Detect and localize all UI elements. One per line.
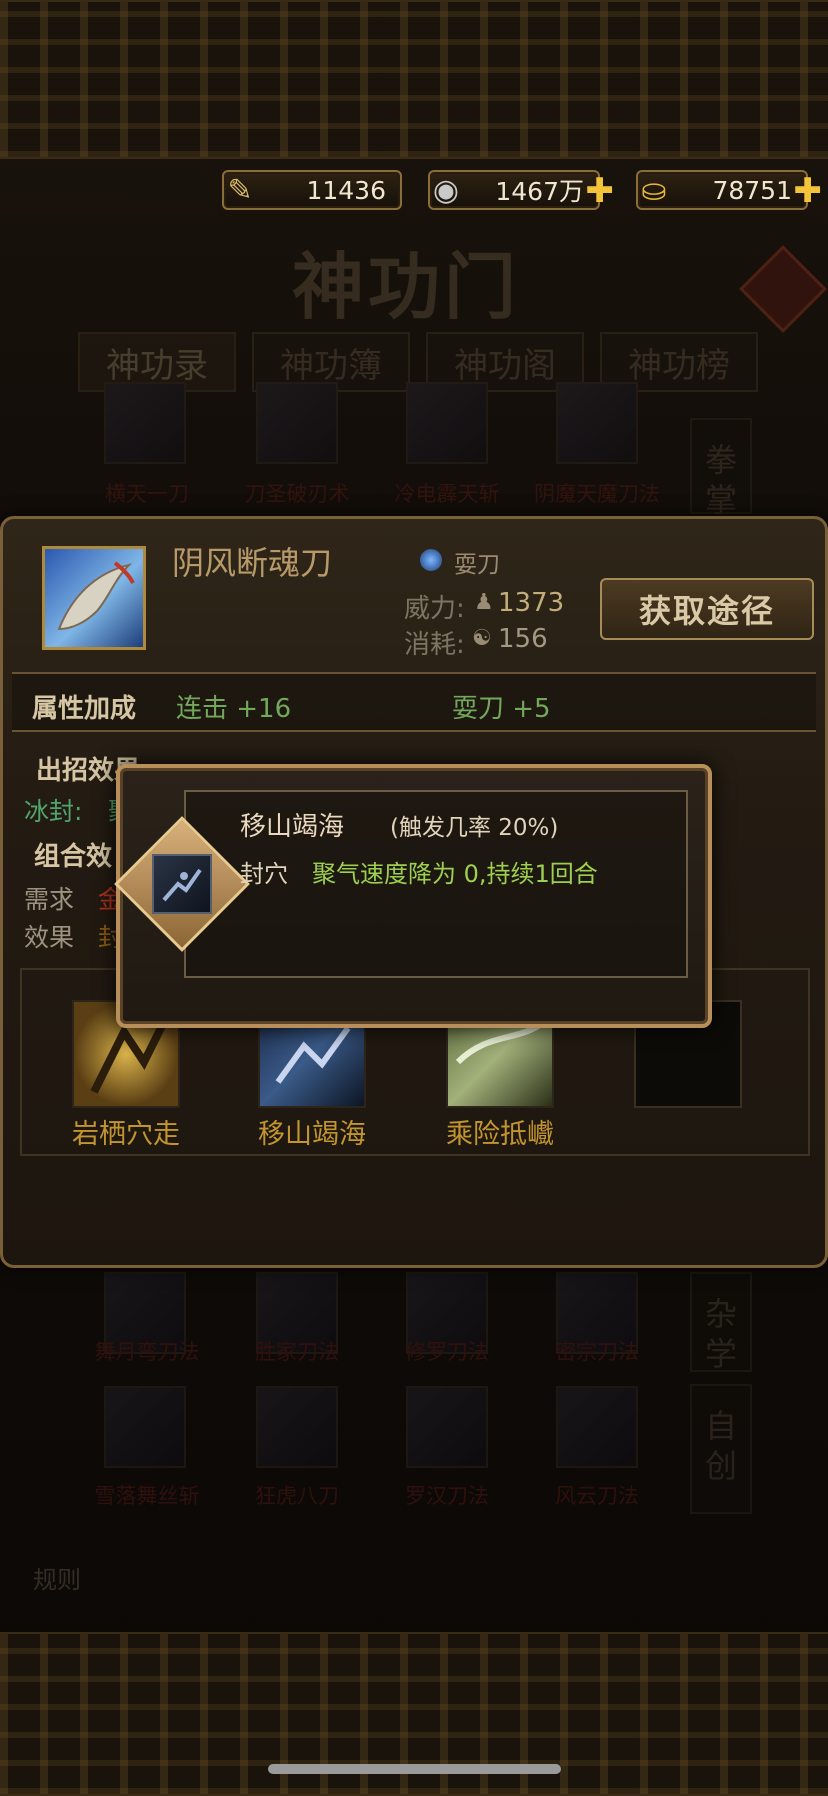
cost-value: 156 [498, 624, 548, 654]
skill-thumb-label: 罗汉刀法 [405, 1484, 489, 1508]
rules-button[interactable]: 规则 [20, 1520, 94, 1594]
silver-value: 1467万 [495, 177, 584, 206]
gold-ingot-icon: ⛀ [641, 172, 667, 208]
skill-thumb-label: 狂虎八刀 [255, 1484, 339, 1508]
power-icon: ♟ [474, 590, 494, 615]
attribute-bonus-2: 耍刀 +5 [452, 694, 551, 724]
combo-skill-label: 岩栖穴走 [72, 1119, 180, 1150]
weapon-type-icon [420, 549, 442, 571]
skill-thumb-label: 横天一刀 [105, 482, 189, 506]
silver-coin-icon: ◉ [432, 172, 460, 208]
tooltip-skill-name: 移山竭海 [240, 812, 345, 842]
skill-thumb[interactable] [256, 382, 338, 464]
scroll-currency: ✎ 11436 [222, 170, 402, 210]
yin-yang-icon: ☯ [472, 626, 492, 651]
combo-title: 组合效 [34, 842, 113, 872]
combo-skill-label: 乘险抵巇 [446, 1119, 554, 1150]
skill-thumb[interactable] [256, 1386, 338, 1468]
blade-icon [57, 561, 135, 631]
skill-thumb[interactable] [104, 1386, 186, 1468]
skill-thumb-label: 雪落舞丝斩 [94, 1484, 200, 1508]
power-value: 1373 [498, 588, 565, 618]
add-gold-button[interactable]: ✚ [794, 174, 823, 208]
skill-thumb[interactable] [104, 382, 186, 464]
skill-name: 阴风断魂刀 [172, 544, 333, 582]
scroll-icon: ✎ [227, 172, 253, 208]
skill-icon [42, 546, 146, 650]
gold-value: 78751 [712, 175, 792, 205]
freeze-label: 冰封: [24, 797, 83, 826]
skill-thumb-label: 修罗刀法 [405, 1340, 489, 1364]
skill-thumb-label: 密宗刀法 [555, 1340, 639, 1364]
side-tab-zaxue[interactable]: 杂学 [690, 1272, 752, 1373]
skill-thumb-label: 舞月弯刀法 [94, 1340, 200, 1364]
tooltip-trigger-chance: (触发几率 20%) [390, 815, 559, 841]
weapon-type: 耍刀 [454, 552, 500, 578]
martial-figure-icon [162, 868, 202, 902]
side-tab-quanzhang[interactable]: 拳掌 [690, 418, 752, 519]
gold-currency: ⛀ 78751 ✚ [636, 170, 822, 210]
skill-thumb-label: 刀圣破刃术 [244, 482, 350, 506]
skill-thumb-label: 冷电霹天斩 [394, 482, 500, 506]
combo-skill-label: 移山竭海 [258, 1119, 366, 1150]
add-silver-button[interactable]: ✚ [586, 174, 615, 208]
silver-currency: ◉ 1467万 ✚ [428, 170, 614, 210]
top-ornament [0, 0, 828, 159]
skill-thumb[interactable] [406, 382, 488, 464]
tooltip-effect-text: 聚气速度降为 0,持续1回合 [312, 860, 598, 888]
cost-label: 消耗: [404, 630, 465, 660]
get-source-button[interactable]: 获取途径 [600, 578, 814, 640]
combo-require-label: 需求 [24, 885, 75, 914]
tooltip-skill-icon [152, 854, 212, 914]
tooltip-effect-label: 封穴 [240, 860, 288, 888]
skill-thumb[interactable] [556, 382, 638, 464]
skill-thumb-label: 阴魔天魔刀法 [534, 482, 660, 506]
attribute-title: 属性加成 [32, 694, 137, 724]
scroll-value: 11436 [306, 175, 386, 205]
power-label: 威力: [404, 594, 465, 624]
combo-effect-label: 效果 [24, 923, 75, 952]
home-indicator[interactable] [268, 1764, 561, 1774]
skill-thumb-label: 胜家刀法 [255, 1340, 339, 1364]
skill-thumb[interactable] [556, 1386, 638, 1468]
skill-thumb[interactable] [406, 1386, 488, 1468]
page-title: 神功门 [292, 244, 521, 329]
rules-label: 规则 [33, 1566, 81, 1594]
skill-thumb-label: 风云刀法 [555, 1484, 639, 1508]
side-tab-zichuang[interactable]: 自创 [690, 1384, 752, 1514]
attribute-bonus-1: 连击 +16 [176, 694, 292, 724]
